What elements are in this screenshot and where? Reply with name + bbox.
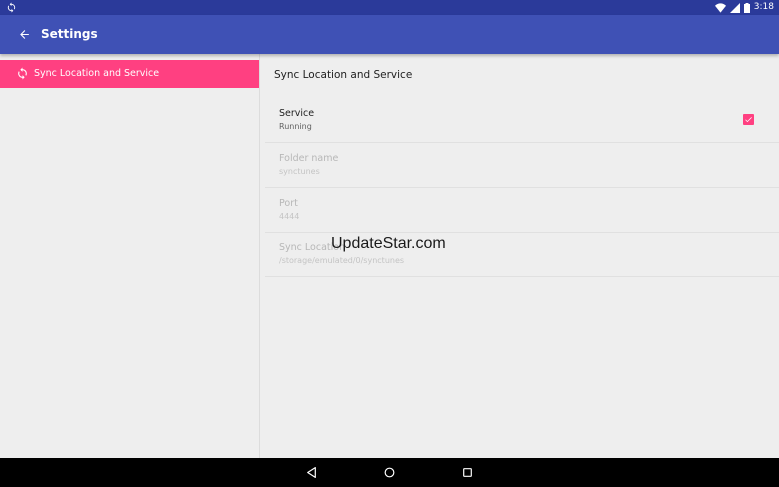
pref-summary: /storage/emulated/0/synctunes bbox=[279, 256, 405, 265]
settings-content: Sync Location and Service Service Runnin… bbox=[260, 54, 779, 458]
service-checkbox[interactable] bbox=[743, 114, 754, 125]
watermark: UpdateStar.com bbox=[331, 235, 446, 252]
pref-summary: 4444 bbox=[279, 212, 300, 221]
status-time: 3:18 bbox=[753, 2, 774, 12]
section-heading: Sync Location and Service bbox=[274, 69, 413, 81]
battery-icon bbox=[743, 2, 750, 13]
wifi-icon bbox=[714, 2, 726, 13]
sidebar: Sync Location and Service bbox=[0, 54, 260, 458]
page-title: Settings bbox=[41, 27, 98, 41]
sync-icon bbox=[18, 67, 27, 80]
recents-square-icon[interactable] bbox=[461, 466, 474, 479]
status-icons: 3:18 bbox=[714, 1, 774, 14]
pref-title: Folder name bbox=[279, 153, 339, 164]
check-icon bbox=[745, 117, 752, 123]
signal-icon bbox=[729, 2, 740, 13]
navigation-bar bbox=[0, 458, 779, 487]
sidebar-item-sync-location-and-service[interactable]: Sync Location and Service bbox=[0, 60, 259, 88]
pref-title: Port bbox=[279, 198, 298, 209]
pref-service[interactable]: Service Running bbox=[265, 98, 779, 143]
app-bar: Settings bbox=[0, 15, 779, 54]
status-bar: 3:18 bbox=[0, 0, 779, 15]
pref-folder-name: Folder name synctunes bbox=[265, 143, 779, 188]
sidebar-item-label: Sync Location and Service bbox=[34, 68, 160, 79]
pref-summary: synctunes bbox=[279, 167, 320, 176]
pref-port: Port 4444 bbox=[265, 188, 779, 233]
arrow-left-icon[interactable] bbox=[18, 28, 31, 41]
pref-title: Service bbox=[279, 108, 315, 119]
sync-icon bbox=[7, 2, 16, 13]
back-triangle-icon[interactable] bbox=[305, 466, 318, 479]
home-circle-icon[interactable] bbox=[383, 466, 396, 479]
pref-summary: Running bbox=[279, 122, 312, 131]
